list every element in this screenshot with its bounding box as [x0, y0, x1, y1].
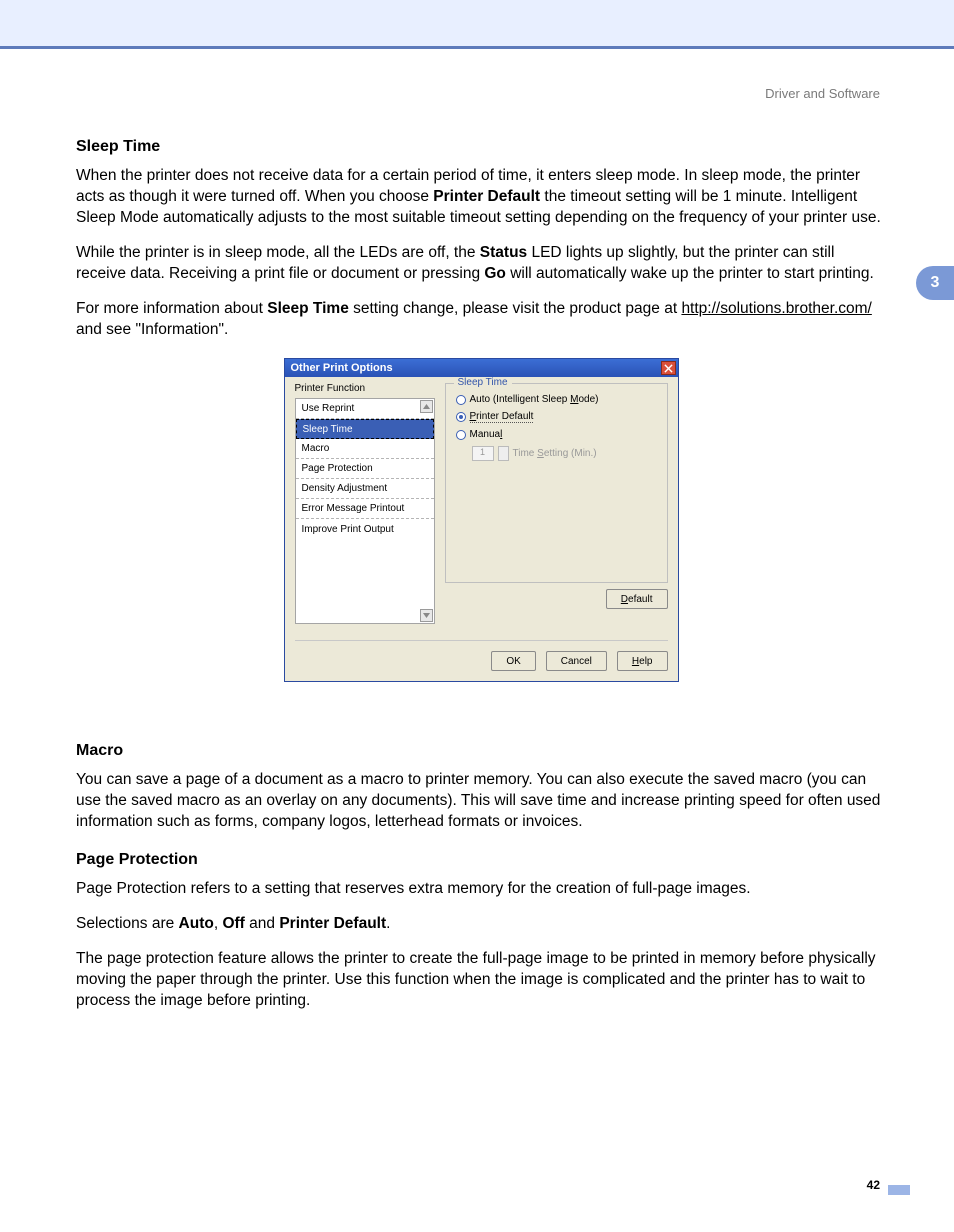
group-legend: Sleep Time	[454, 377, 512, 388]
list-item-selected[interactable]: Sleep Time	[296, 419, 434, 439]
list-item[interactable]: Use Reprint	[296, 399, 434, 419]
close-icon[interactable]	[661, 361, 676, 375]
text: setting change, please visit the product…	[349, 300, 682, 317]
sleep-time-p2: While the printer is in sleep mode, all …	[76, 243, 886, 285]
macro-p1: You can save a page of a document as a m…	[76, 770, 886, 833]
radio-label: Manua	[470, 429, 501, 440]
radio-label: Auto (Intelligent Sleep	[470, 394, 571, 405]
scroll-down-icon[interactable]	[420, 609, 433, 622]
section-header: Driver and Software	[765, 86, 880, 101]
text: While the printer is in sleep mode, all …	[76, 244, 480, 261]
time-setting-label: etting (Min.)	[544, 448, 597, 459]
time-setting-input: 1	[472, 446, 494, 461]
page-protection-p2: Selections are Auto, Off and Printer Def…	[76, 914, 886, 935]
sleep-time-group: Sleep Time Auto (Intelligent Sleep Mode)…	[445, 383, 668, 583]
text: Selections are	[76, 915, 179, 932]
scroll-up-icon[interactable]	[420, 400, 433, 413]
help-button[interactable]: Help	[617, 651, 668, 671]
text-bold: Printer Default	[279, 915, 386, 932]
btn-label: elp	[639, 656, 652, 667]
cancel-button[interactable]: Cancel	[546, 651, 607, 671]
solutions-link[interactable]: http://solutions.brother.com/	[681, 300, 871, 317]
window-titlebar: Other Print Options	[285, 359, 678, 377]
page-top-bg	[0, 0, 954, 46]
text-bold: Printer Default	[433, 188, 540, 205]
text: and	[245, 915, 279, 932]
accel: H	[632, 656, 639, 667]
radio-label: ode)	[578, 394, 598, 405]
list-item[interactable]: Improve Print Output	[296, 519, 434, 539]
time-setting-row: 1 Time Setting (Min.)	[472, 446, 657, 461]
btn-label: efault	[628, 594, 652, 605]
window-title: Other Print Options	[291, 362, 393, 374]
text: .	[386, 915, 390, 932]
radio-icon	[456, 395, 466, 405]
text-bold: Go	[484, 265, 506, 282]
text-bold: Status	[480, 244, 527, 261]
list-item[interactable]: Density Adjustment	[296, 479, 434, 499]
ok-button[interactable]: OK	[491, 651, 535, 671]
list-item[interactable]: Error Message Printout	[296, 499, 434, 519]
page-top-rule	[0, 46, 954, 49]
list-item[interactable]: Page Protection	[296, 459, 434, 479]
sleep-time-p1: When the printer does not receive data f…	[76, 166, 886, 229]
accel: D	[621, 594, 628, 605]
accel: l	[500, 429, 502, 440]
radio-printer-default[interactable]: Printer Default	[456, 411, 657, 423]
text: and see "Information".	[76, 321, 228, 338]
radio-manual[interactable]: Manual	[456, 429, 657, 440]
list-item[interactable]: Macro	[296, 439, 434, 459]
text-bold: Sleep Time	[267, 300, 349, 317]
spinner-icon	[498, 446, 509, 461]
radio-icon	[456, 430, 466, 440]
printer-function-listbox[interactable]: Use Reprint Sleep Time Macro Page Protec…	[295, 398, 435, 624]
page-protection-p1: Page Protection refers to a setting that…	[76, 879, 886, 900]
page-number: 42	[867, 1178, 880, 1192]
time-setting-label: Time	[513, 448, 538, 459]
text: For more information about	[76, 300, 267, 317]
radio-label: rinter Default	[476, 411, 533, 422]
radio-icon	[456, 412, 466, 422]
default-button[interactable]: Default	[606, 589, 668, 609]
printer-function-label: Printer Function	[295, 383, 435, 394]
sleep-time-p3: For more information about Sleep Time se…	[76, 299, 886, 341]
page-number-accent	[888, 1185, 910, 1195]
other-print-options-window: Other Print Options Printer Function Use…	[284, 358, 679, 682]
macro-heading: Macro	[76, 742, 886, 760]
chapter-tab: 3	[916, 266, 954, 300]
text-bold: Off	[222, 915, 244, 932]
sleep-time-heading: Sleep Time	[76, 138, 886, 156]
page-protection-p3: The page protection feature allows the p…	[76, 949, 886, 1012]
text-bold: Auto	[179, 915, 214, 932]
accel: S	[537, 448, 544, 459]
text: will automatically wake up the printer t…	[506, 265, 874, 282]
radio-auto[interactable]: Auto (Intelligent Sleep Mode)	[456, 394, 657, 405]
page-protection-heading: Page Protection	[76, 851, 886, 869]
